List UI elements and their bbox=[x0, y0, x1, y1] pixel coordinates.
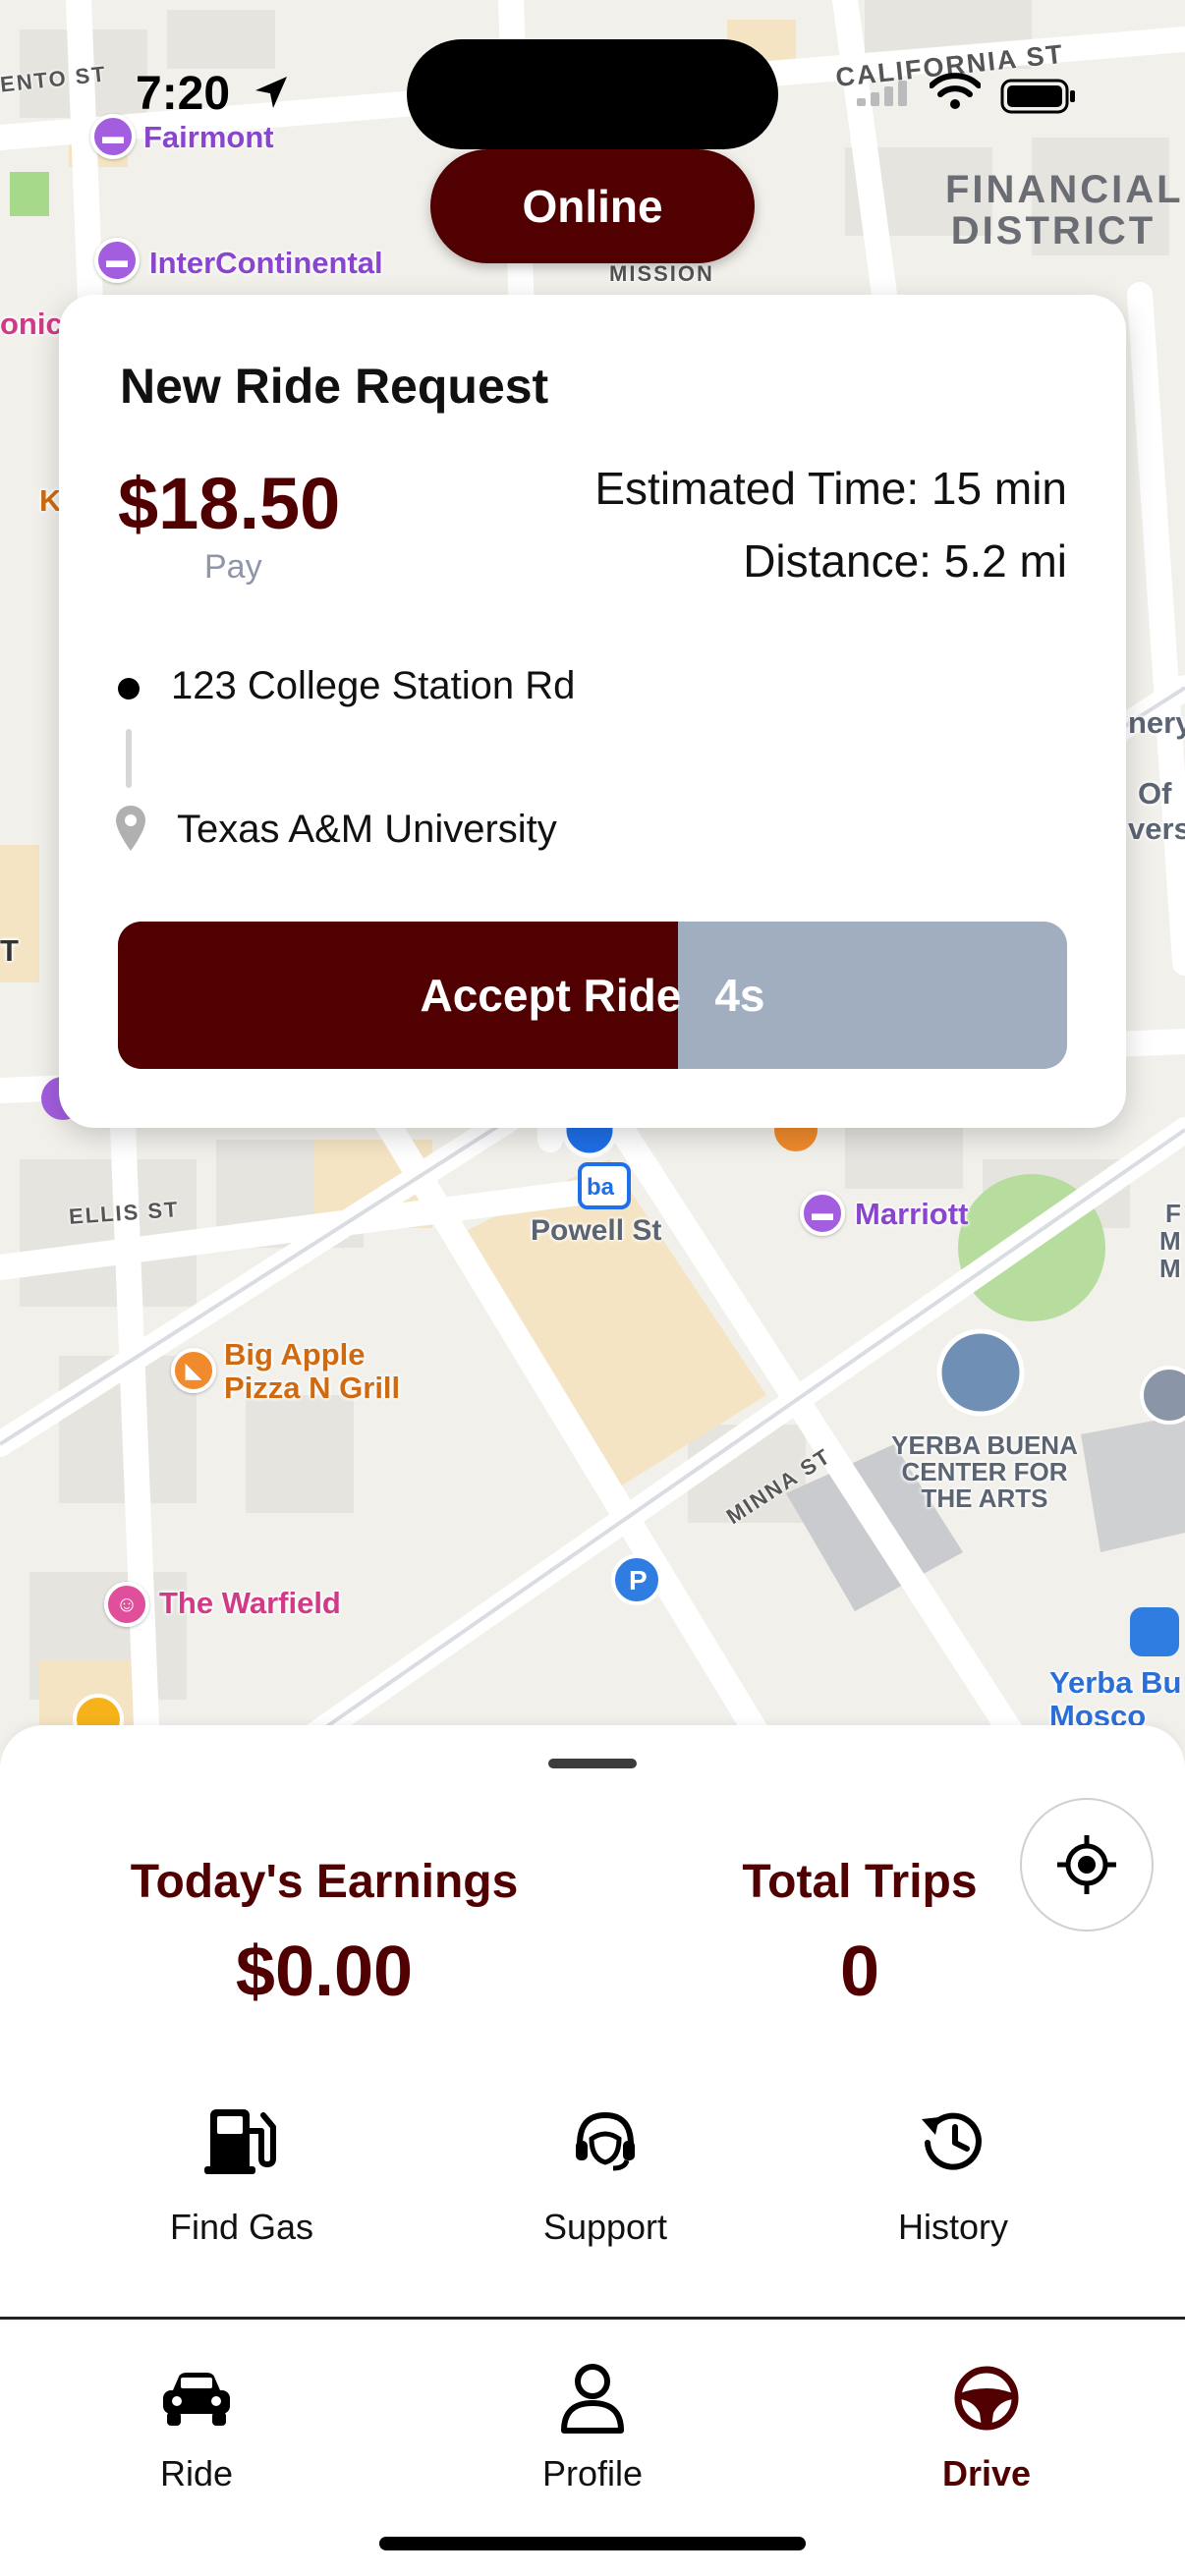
earnings-label: Today's Earnings bbox=[130, 1856, 519, 1908]
trips-value: 0 bbox=[839, 1932, 880, 2011]
gas-pump-icon bbox=[204, 2109, 276, 2174]
svg-text:P: P bbox=[629, 1565, 648, 1596]
support-button[interactable]: Support bbox=[478, 2097, 733, 2248]
poi-fairmont[interactable]: Fairmont bbox=[143, 120, 274, 155]
wifi-icon bbox=[930, 73, 981, 109]
hotel-icon: ▬ bbox=[90, 114, 136, 159]
ride-distance: Distance: 5.2 mi bbox=[743, 535, 1067, 587]
trips-label: Total Trips bbox=[742, 1856, 978, 1908]
earnings-value: $0.00 bbox=[235, 1932, 414, 2011]
district-label: FINANCIAL DISTRICT bbox=[945, 168, 1184, 252]
ride-price-caption: Pay bbox=[204, 548, 262, 586]
online-toggle-button[interactable]: Online bbox=[430, 149, 755, 263]
accept-ride-button[interactable]: Accept Ride 4s bbox=[118, 922, 1067, 1069]
street-label: MISSION bbox=[609, 261, 714, 286]
find-gas-button[interactable]: Find Gas bbox=[114, 2097, 369, 2248]
person-icon bbox=[561, 2364, 624, 2434]
history-icon bbox=[922, 2112, 982, 2170]
poi-big-apple-pizza[interactable]: Big Apple Pizza N Grill bbox=[224, 1338, 440, 1405]
tab-profile-label: Profile bbox=[541, 2453, 644, 2493]
estimated-time: Estimated Time: 15 min bbox=[594, 463, 1067, 514]
tab-profile[interactable]: Profile bbox=[475, 2359, 710, 2494]
battery-icon bbox=[1000, 79, 1075, 114]
accept-ride-label: Accept Ride bbox=[420, 970, 682, 1021]
tab-ride-label: Ride bbox=[159, 2453, 234, 2493]
tab-drive-label: Drive bbox=[941, 2453, 1032, 2493]
edge-label: vers bbox=[1128, 812, 1185, 846]
poi-yerba-buena-partial[interactable]: Yerba Bu Mosco bbox=[1049, 1666, 1185, 1733]
edge-label: M bbox=[1159, 1254, 1181, 1283]
find-gas-label: Find Gas bbox=[169, 2207, 314, 2247]
bottom-sheet: Today's Earnings $0.00 Total Trips 0 Fin… bbox=[0, 1725, 1185, 2317]
poi-the-warfield[interactable]: The Warfield bbox=[159, 1586, 341, 1621]
edge-label: nery bbox=[1128, 705, 1185, 740]
steering-wheel-icon bbox=[954, 2366, 1019, 2431]
theater-icon: ☺ bbox=[104, 1582, 149, 1627]
location-arrow-icon bbox=[255, 77, 287, 108]
poi-powell-st[interactable]: Powell St bbox=[531, 1214, 661, 1248]
sheet-grabber[interactable] bbox=[548, 1759, 637, 1768]
route-connector bbox=[126, 729, 132, 788]
cellular-signal-icon bbox=[857, 81, 907, 106]
ride-request-title: New Ride Request bbox=[120, 359, 549, 414]
hotel-icon: ▬ bbox=[800, 1191, 845, 1236]
edge-label: F bbox=[1165, 1199, 1181, 1228]
edge-label: M bbox=[1159, 1226, 1181, 1256]
poi-intercontinental[interactable]: InterContinental bbox=[149, 246, 383, 281]
edge-label: Of bbox=[1138, 776, 1172, 811]
destination-address: Texas A&M University bbox=[177, 808, 557, 851]
dynamic-island bbox=[407, 39, 778, 149]
accept-ride-label-row: Accept Ride 4s bbox=[118, 922, 1067, 1069]
poi-marriott[interactable]: Marriott bbox=[855, 1197, 968, 1232]
ride-request-card: New Ride Request $18.50 Pay Estimated Ti… bbox=[59, 295, 1126, 1128]
car-icon bbox=[163, 2373, 230, 2426]
accept-countdown: 4s bbox=[714, 970, 765, 1021]
pizza-icon: ◣ bbox=[171, 1348, 216, 1393]
edge-label: T bbox=[0, 933, 19, 968]
ride-price: $18.50 bbox=[118, 463, 341, 544]
poi-yerba-buena-center[interactable]: YERBA BUENA CENTER FOR THE ARTS bbox=[876, 1432, 1093, 1512]
pickup-dot-icon bbox=[118, 678, 140, 700]
status-time: 7:20 bbox=[136, 68, 231, 120]
headset-icon bbox=[576, 2111, 635, 2171]
tab-ride[interactable]: Ride bbox=[79, 2359, 314, 2494]
edge-label: onic bbox=[0, 307, 63, 341]
map-pin-icon bbox=[116, 806, 145, 851]
home-indicator bbox=[379, 2537, 806, 2550]
hotel-icon: ▬ bbox=[94, 238, 140, 283]
history-label: History bbox=[897, 2207, 1008, 2247]
support-label: Support bbox=[542, 2207, 668, 2247]
history-button[interactable]: History bbox=[825, 2097, 1081, 2248]
svg-text:ba: ba bbox=[587, 1174, 615, 1201]
pickup-address: 123 College Station Rd bbox=[171, 664, 576, 707]
tab-drive[interactable]: Drive bbox=[869, 2359, 1104, 2494]
